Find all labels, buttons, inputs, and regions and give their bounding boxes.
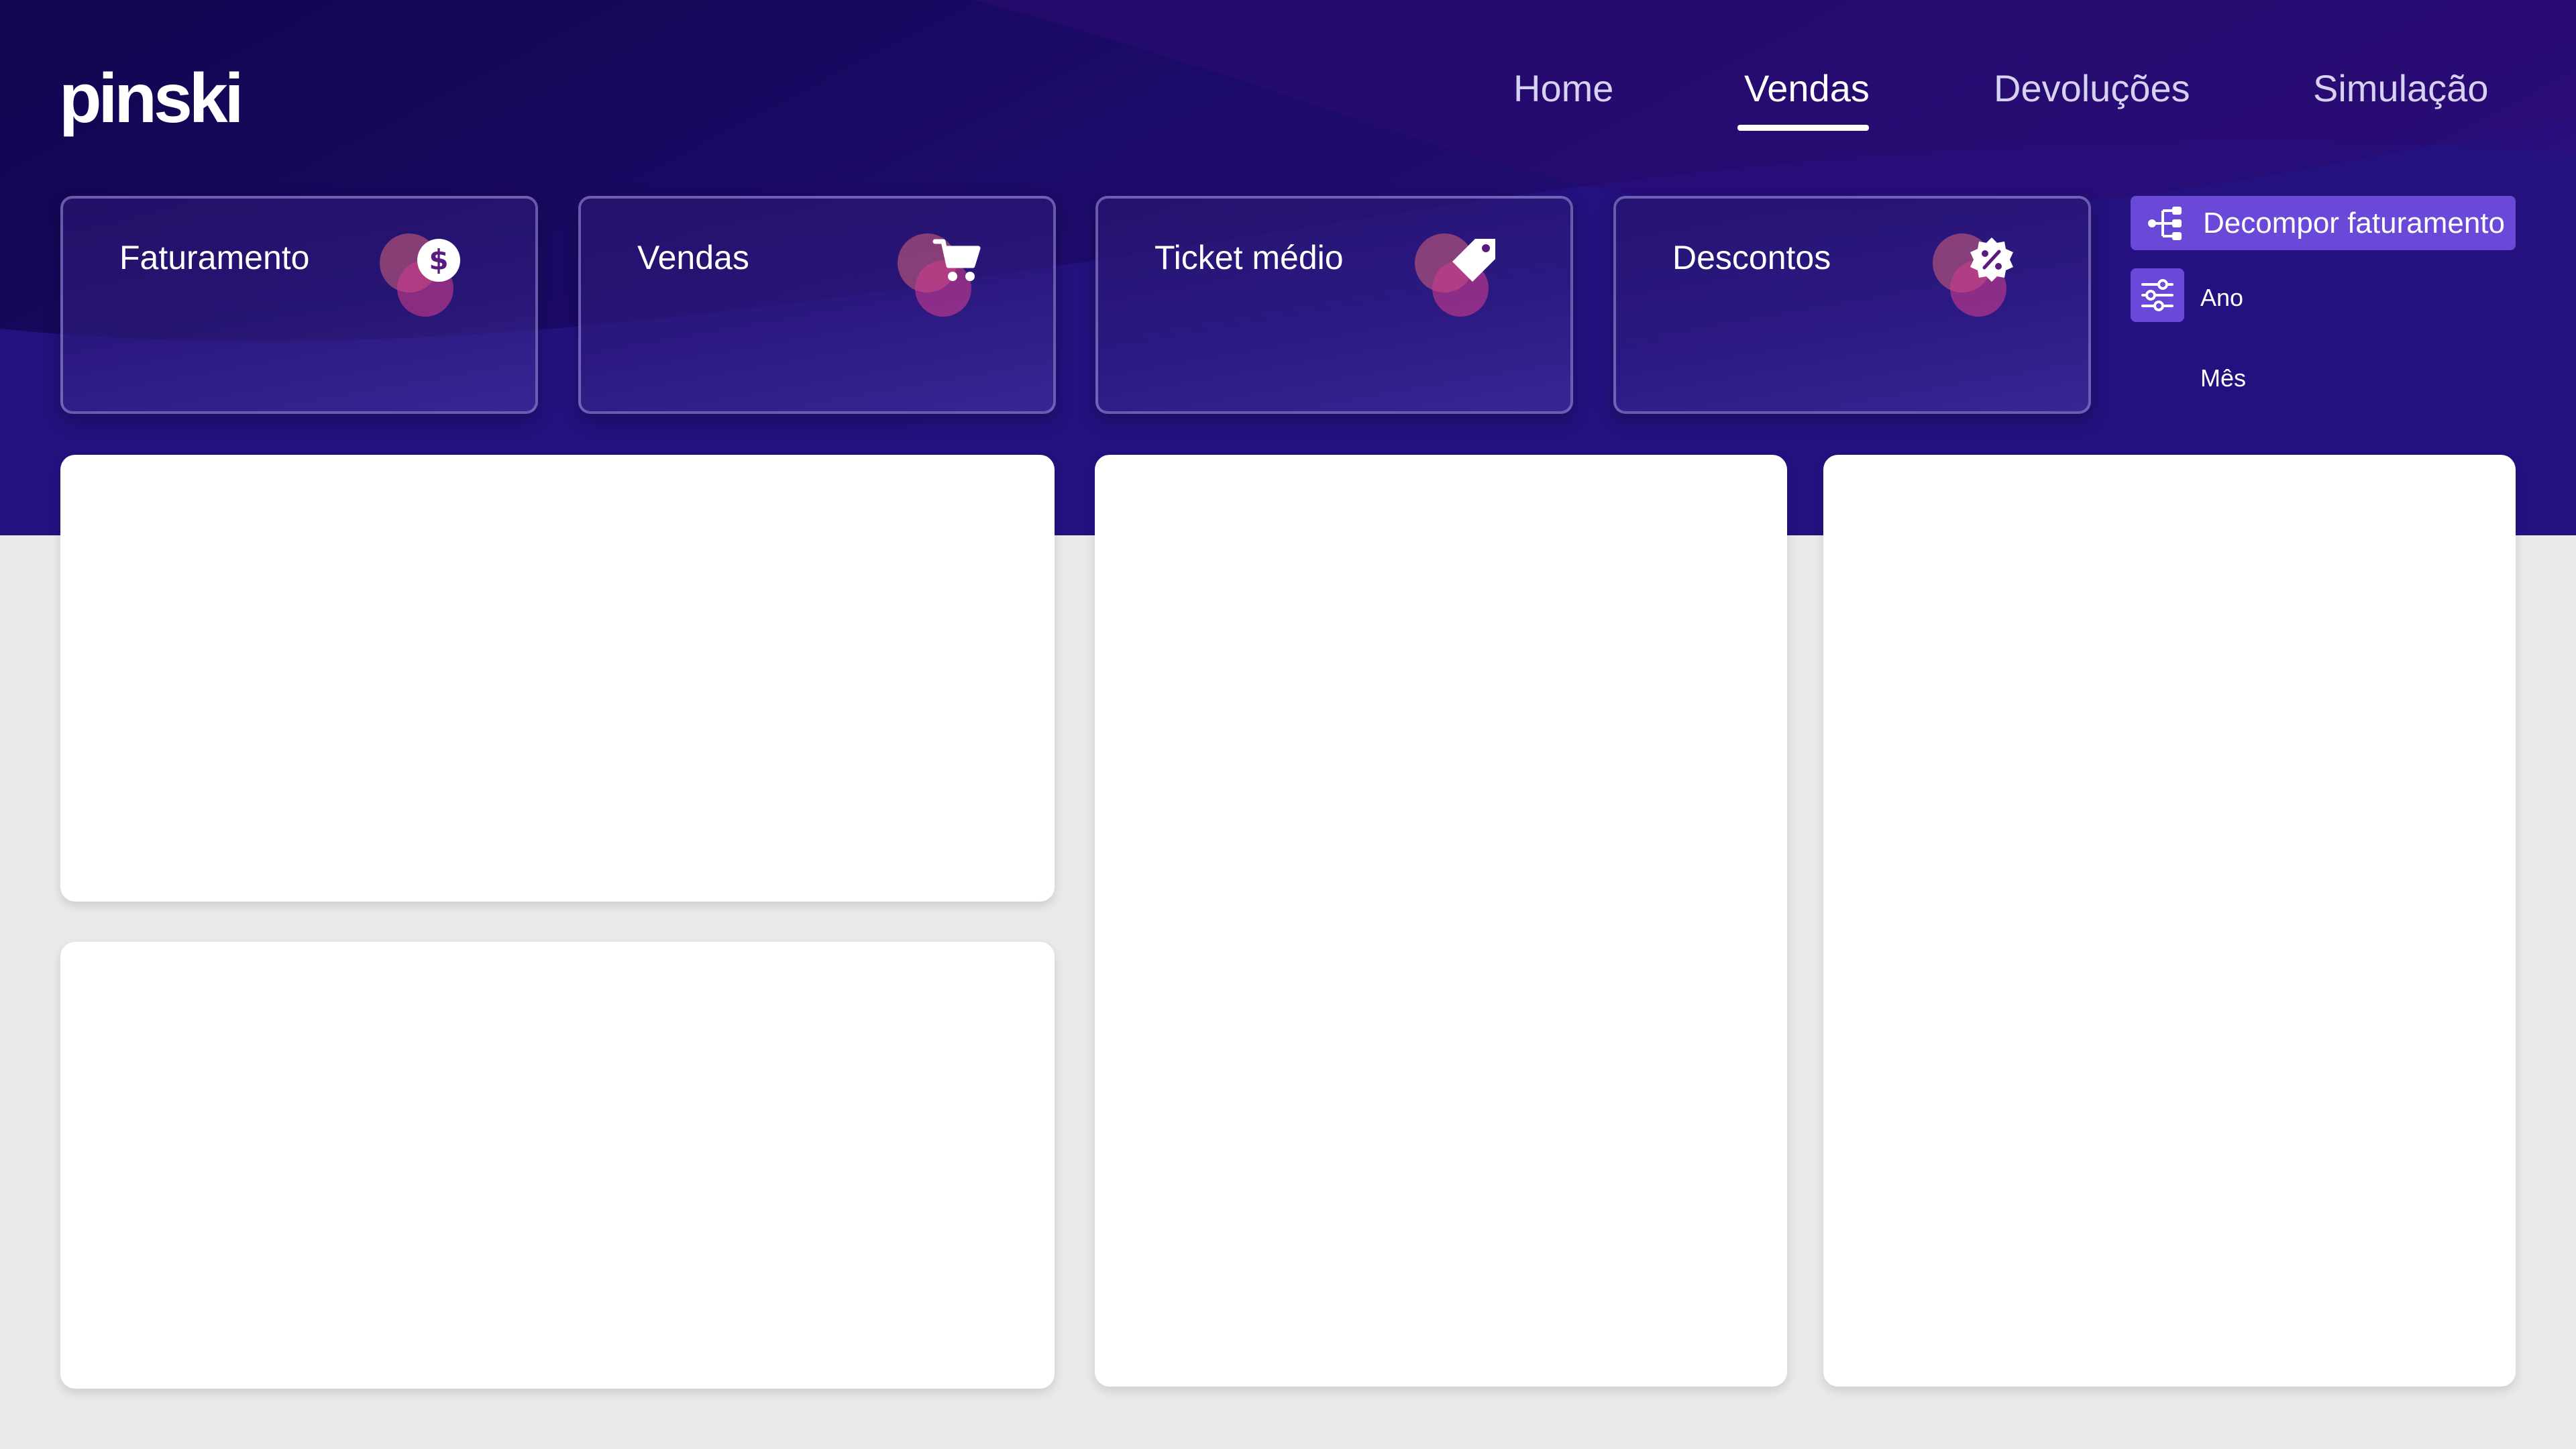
filter-month[interactable]: Mês [2200, 362, 2246, 394]
chart-card-center [1095, 455, 1787, 1387]
chart-card-top-left [60, 455, 1055, 902]
chart-card-bottom-left [60, 942, 1055, 1389]
kpi-title: Descontos [1672, 239, 1831, 276]
filter-sliders-icon [2141, 279, 2174, 311]
discount-badge-icon [1933, 233, 2027, 322]
dollar-coin-icon: $ [380, 233, 474, 322]
decompose-button-label: Decompor faturamento [2203, 207, 2505, 239]
decompose-tree-icon [2148, 207, 2182, 240]
nav-home[interactable]: Home [1513, 62, 1613, 115]
filter-year[interactable]: Ano [2200, 282, 2243, 314]
svg-text:$: $ [429, 244, 448, 276]
filter-toggle-button[interactable] [2131, 268, 2184, 322]
nav-devolucoes[interactable]: Devoluções [1994, 62, 2190, 115]
kpi-title: Ticket médio [1155, 239, 1344, 276]
kpi-title: Vendas [637, 239, 749, 276]
chart-card-right [1823, 455, 2516, 1387]
price-tag-icon [1415, 233, 1509, 322]
kpi-card-vendas[interactable]: Vendas [578, 196, 1056, 414]
nav-simulacao[interactable]: Simulação [2313, 62, 2488, 115]
nav-vendas[interactable]: Vendas [1744, 62, 1870, 115]
active-tab-indicator [1737, 125, 1869, 131]
shopping-cart-icon [898, 233, 991, 322]
main-nav: Home Vendas Devoluções Simulação [0, 62, 2576, 142]
kpi-card-faturamento[interactable]: Faturamento $ [60, 196, 538, 414]
kpi-card-ticket-medio[interactable]: Ticket médio [1095, 196, 1573, 414]
decompose-revenue-button[interactable]: Decompor faturamento [2131, 196, 2516, 250]
kpi-card-descontos[interactable]: Descontos [1613, 196, 2091, 414]
kpi-title: Faturamento [119, 239, 310, 276]
